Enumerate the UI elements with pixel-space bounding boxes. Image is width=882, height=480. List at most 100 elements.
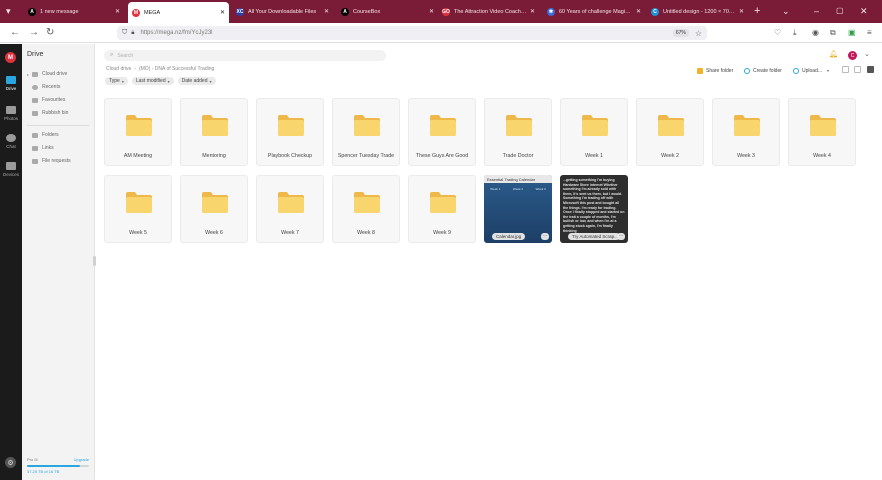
minimize-icon[interactable]: – [814,5,819,17]
rail-item-devices[interactable]: Devices [0,162,22,177]
account-icon[interactable]: ◉ [812,27,819,39]
browser-tab[interactable]: GO The Attraction Video Coaching P ✕ [438,3,539,20]
folder-tile[interactable]: Playbook Checkup [256,98,324,166]
upgrade-link[interactable]: Upgrade [74,457,89,462]
sidebar-item-rubbish-bin[interactable]: Rubbish bin [27,108,68,118]
notification-bell-icon[interactable]: 🔔︎ [829,50,838,59]
browser-tab[interactable]: M MEGA ✕ [128,2,229,23]
filter-type[interactable]: Type ▾ [105,77,128,85]
rail-item-label: Photos [3,116,18,121]
upload-icon [793,67,799,74]
rail-item-label: Chat [6,144,16,149]
more-options-icon[interactable]: ⋯ [541,233,549,240]
calendar-header: Essential Trading Calendar [484,175,552,183]
folder-tile[interactable]: Mentoring [180,98,248,166]
new-tab-button[interactable]: + [754,5,760,17]
folder-tile[interactable]: Week 3 [712,98,780,166]
folder-tile[interactable]: Week 2 [636,98,704,166]
browser-tab[interactable]: A 1 new message ✕ [24,3,124,20]
sidebar-item-folders[interactable]: Folders [27,130,59,140]
sidebar-item-favourites[interactable]: Favourites [27,95,65,105]
sidebar-item-links[interactable]: Links [27,143,54,153]
thumbnail-view-icon[interactable] [854,66,861,73]
extension-app-icon[interactable]: ▣ [848,27,856,39]
sidebar-item-recents[interactable]: Recents [27,82,60,92]
folder-icon [126,192,152,213]
extensions-icon[interactable]: ⧉ [830,27,836,39]
create-folder-button[interactable]: Create folder [744,66,782,75]
back-icon[interactable]: ← [10,26,20,40]
more-options-icon[interactable]: ⋯ [617,233,625,240]
maximize-icon[interactable]: ▢ [836,5,844,17]
close-tab-icon[interactable]: ✕ [739,8,744,15]
share-folder-button[interactable]: Share folder [697,66,733,75]
tab-favicon-icon: XC [236,7,244,16]
close-tab-icon[interactable]: ✕ [636,8,641,15]
close-tab-icon[interactable]: ✕ [530,8,535,15]
calendar-cell: Week 3 [535,187,546,191]
folder-tile[interactable]: Spencer Tuesday Trade [332,98,400,166]
rail-item-chat[interactable]: Chat [0,134,22,149]
browser-tab[interactable]: ✱ 60 Years of challenge Magic Ar ✕ [543,3,645,20]
calendar-cell: Week 1 [490,187,501,191]
close-tab-icon[interactable]: ✕ [220,9,225,16]
folder-icon [430,115,456,136]
search-input[interactable]: ⌕ Search [104,50,386,61]
folder-tile[interactable]: These Guys Are Good [408,98,476,166]
folder-name: Week 8 [357,230,375,236]
bookmark-star-icon[interactable]: ☆ [695,29,702,38]
avatar[interactable]: C [848,51,857,60]
storage-bar [27,465,89,467]
pocket-icon[interactable]: ♡ [774,27,781,39]
zoom-indicator[interactable]: 67% [672,29,689,37]
calendar-row: Week 1 Week 2 Week 3 [484,187,552,191]
folder-tile[interactable]: Week 5 [104,175,172,243]
breadcrumb-item[interactable]: Cloud drive [106,66,131,72]
lock-icon[interactable]: 🔒︎ [131,30,134,37]
address-bar[interactable]: ⛉ 🔒︎ https://mega.nz/fm/YcJy23l 67% ☆ [117,26,707,40]
close-tab-icon[interactable]: ✕ [115,8,120,15]
mega-logo-icon[interactable]: M [5,52,16,63]
upload-button[interactable]: Upload... ▾ [793,66,829,75]
sidebar-item-cloud-drive[interactable]: ▸ Cloud drive [27,69,67,79]
image-tile-calendar[interactable]: Essential Trading Calendar Week 1 Week 2 We… [484,175,552,243]
folder-name: Spencer Tuesday Trade [337,153,395,159]
filter-last-modified[interactable]: Last modified ▾ [131,77,174,85]
folder-tile[interactable]: Week 9 [408,175,476,243]
rail-item-drive[interactable]: Drive [0,76,22,91]
tab-list-icon[interactable]: ▾ [6,5,11,17]
all-tabs-icon[interactable]: ⌄ [782,5,790,17]
close-tab-icon[interactable]: ✕ [324,8,329,15]
folder-tile[interactable]: Week 7 [256,175,324,243]
browser-tab[interactable]: C Untitled design - 1200 × 700px ✕ [647,3,748,20]
folder-tile[interactable]: Week 6 [180,175,248,243]
rail-item-photos[interactable]: Photos [0,106,22,121]
sidebar-item-file-requests[interactable]: File requests [27,156,71,166]
image-tile-screenshot[interactable]: ...getting something I'm buying Hardware… [560,175,628,243]
folder-tile[interactable]: Week 1 [560,98,628,166]
url-text[interactable]: https://mega.nz/fm/YcJy23l [140,30,672,36]
folder-tile[interactable]: Trade Doctor [484,98,552,166]
list-view-icon[interactable] [842,66,849,73]
grid-view-icon[interactable] [867,66,874,73]
close-tab-icon[interactable]: ✕ [429,8,434,15]
chevron-down-icon[interactable]: ⌄ [864,50,870,59]
forward-icon[interactable]: → [29,26,39,40]
folder-name: Playbook Checkup [267,153,313,159]
downloads-icon[interactable]: ⤓ [793,27,797,39]
chevron-right-icon: › [134,66,136,72]
folder-tile[interactable]: Week 4 [788,98,856,166]
shield-icon[interactable]: ⛉ [122,29,127,37]
folder-tile[interactable]: Week 8 [332,175,400,243]
close-window-icon[interactable]: ✕ [860,5,868,17]
app-menu-icon[interactable]: ≡ [867,27,872,39]
settings-gear-icon[interactable]: ⚙ [5,457,16,468]
browser-tab[interactable]: A CourseBox ✕ [337,3,438,20]
breadcrumb-item[interactable]: (MO) - DNA of Successful Trading [139,66,214,72]
folder-tile[interactable]: AM Meeting [104,98,172,166]
reload-icon[interactable]: ↻ [46,26,54,40]
search-placeholder: Search [117,52,134,59]
browser-tab[interactable]: XC All Your Downloadable Files ✕ [232,3,333,20]
filter-label: Type [109,78,120,84]
filter-date-added[interactable]: Date added ▾ [177,77,216,85]
